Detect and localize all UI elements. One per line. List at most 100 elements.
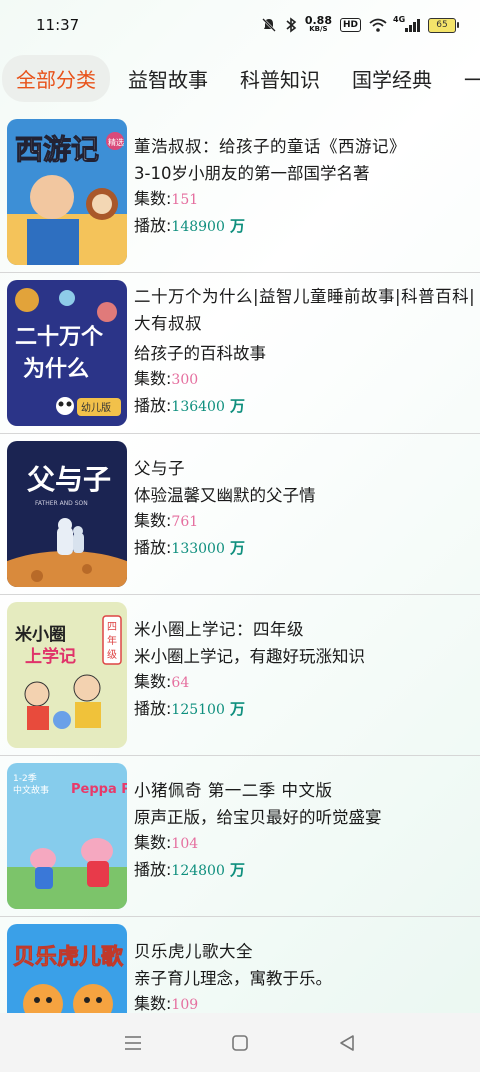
cover-title: 父与子 xyxy=(27,463,111,496)
svg-text:米小圈: 米小圈 xyxy=(15,624,66,645)
tab-science[interactable]: 科普知识 xyxy=(226,56,334,101)
item-episodes: 集数:300 xyxy=(134,366,476,393)
item-info: 贝乐虎儿歌大全 亲子育儿理念，寓教于乐。 集数:109 xyxy=(134,939,476,1018)
network-speed: 0.88 KB/S xyxy=(304,14,332,34)
album-cover: 二十万个 为什么 幼儿版 xyxy=(7,280,127,426)
item-episodes: 集数:151 xyxy=(134,186,476,213)
item-title: 父与子 xyxy=(134,459,185,478)
episodes-value: 761 xyxy=(171,514,199,530)
svg-text:1-2季: 1-2季 xyxy=(13,772,37,784)
bluetooth-icon xyxy=(286,17,297,33)
episodes-label: 集数: xyxy=(134,833,172,852)
plays-label: 播放: xyxy=(134,396,172,415)
cover-badge: 精选 xyxy=(108,137,124,147)
item-plays: 播放:148900 万 xyxy=(134,213,476,240)
svg-text:级: 级 xyxy=(107,649,117,661)
item-subtitle: 原声正版，给宝贝最好的听觉盛宴 xyxy=(134,808,382,827)
cover-title: 西游记 xyxy=(15,133,99,166)
tab-puzzle-stories[interactable]: 益智故事 xyxy=(114,56,222,101)
menu-icon xyxy=(125,1035,142,1050)
episodes-label: 集数: xyxy=(134,189,172,208)
album-cover: 米小圈 上学记 四 年 级 xyxy=(7,602,127,748)
album-list: 西游记 精选 董浩叔叔：给孩子的童话《西游记》 3-10岁小朋友的第一部国学名著… xyxy=(0,112,480,1072)
svg-text:四: 四 xyxy=(107,622,117,633)
signal-label: 4G xyxy=(393,15,406,24)
item-plays: 播放:124800 万 xyxy=(134,857,476,884)
plays-value: 125100 xyxy=(171,702,225,718)
item-episodes: 集数:761 xyxy=(134,508,476,535)
cover-title: 贝乐虎儿歌 xyxy=(13,944,124,970)
item-title: 董浩叔叔：给孩子的童话《西游记》 xyxy=(134,137,406,156)
status-time: 11:37 xyxy=(36,16,80,34)
menu-button[interactable] xyxy=(118,1028,148,1058)
episodes-value: 64 xyxy=(171,675,190,691)
item-plays: 播放:136400 万 xyxy=(134,393,476,420)
episodes-label: 集数: xyxy=(134,511,172,530)
home-button[interactable] xyxy=(225,1028,255,1058)
list-item[interactable]: 米小圈 上学记 四 年 级 米小圈上学记：四年级 米小圈上学记，有趣好玩涨知识 … xyxy=(0,595,480,756)
plays-unit: 万 xyxy=(229,217,245,235)
item-info: 二十万个为什么|益智儿童睡前故事|科普百科|大有叔叔 给孩子的百科故事 集数:3… xyxy=(134,283,476,420)
episodes-value: 151 xyxy=(171,192,199,208)
svg-text:中文故事: 中文故事 xyxy=(13,784,49,796)
album-cover: 1-2季 中文故事 Peppa Pig xyxy=(7,763,127,909)
home-square-icon xyxy=(232,1034,248,1051)
item-title: 米小圈上学记：四年级 xyxy=(134,620,304,639)
tab-more[interactable]: 一 xyxy=(450,56,480,101)
svg-text:二十万个: 二十万个 xyxy=(15,325,104,350)
status-bar: 11:37 0.88 KB/S HD 4G 65 xyxy=(0,0,480,50)
album-cover: 父与子 FATHER AND SON xyxy=(7,441,127,587)
back-triangle-icon xyxy=(339,1034,354,1051)
list-item[interactable]: 西游记 精选 董浩叔叔：给孩子的童话《西游记》 3-10岁小朋友的第一部国学名著… xyxy=(0,112,480,273)
item-title: 贝乐虎儿歌大全 xyxy=(134,942,253,961)
plays-value: 133000 xyxy=(171,541,225,557)
speed-value: 0.88 xyxy=(304,14,332,27)
item-info: 父与子 体验温馨又幽默的父子情 集数:761 播放:133000 万 xyxy=(134,456,476,562)
album-cover: 西游记 精选 xyxy=(7,119,127,265)
status-icons: 0.88 KB/S HD 4G 65 xyxy=(261,14,459,34)
item-info: 小猪佩奇 第一二季 中文版 原声正版，给宝贝最好的听觉盛宴 集数:104 播放:… xyxy=(134,778,476,884)
plays-unit: 万 xyxy=(229,700,245,718)
item-subtitle: 体验温馨又幽默的父子情 xyxy=(134,486,316,505)
episodes-value: 109 xyxy=(171,997,199,1013)
list-item[interactable]: 父与子 FATHER AND SON 父与子 体验温馨又幽默的父子情 集数:76… xyxy=(0,434,480,595)
plays-value: 136400 xyxy=(171,399,225,415)
category-tabs: 全部分类 益智故事 科普知识 国学经典 一 xyxy=(0,52,480,104)
signal-icon: 4G xyxy=(393,15,420,32)
item-episodes: 集数:104 xyxy=(134,830,476,857)
mute-bell-icon xyxy=(261,18,276,32)
svg-text:为什么: 为什么 xyxy=(23,357,89,382)
item-title: 二十万个为什么|益智儿童睡前故事|科普百科|大有叔叔 xyxy=(134,287,476,333)
item-episodes: 集数:64 xyxy=(134,669,476,696)
item-info: 董浩叔叔：给孩子的童话《西游记》 3-10岁小朋友的第一部国学名著 集数:151… xyxy=(134,134,476,240)
list-item[interactable]: 二十万个 为什么 幼儿版 二十万个为什么|益智儿童睡前故事|科普百科|大有叔叔 … xyxy=(0,273,480,434)
plays-label: 播放: xyxy=(134,216,172,235)
plays-label: 播放: xyxy=(134,860,172,879)
svg-text:上学记: 上学记 xyxy=(25,646,76,667)
item-info: 米小圈上学记：四年级 米小圈上学记，有趣好玩涨知识 集数:64 播放:12510… xyxy=(134,617,476,723)
episodes-label: 集数: xyxy=(134,672,172,691)
episodes-value: 104 xyxy=(171,836,199,852)
item-subtitle: 3-10岁小朋友的第一部国学名著 xyxy=(134,164,370,183)
list-item[interactable]: 1-2季 中文故事 Peppa Pig 小猪佩奇 第一二季 中文版 原声正版，给… xyxy=(0,756,480,917)
cover-subtitle: FATHER AND SON xyxy=(35,500,88,507)
item-plays: 播放:133000 万 xyxy=(134,535,476,562)
cover-title: Peppa Pig xyxy=(71,782,127,797)
item-subtitle: 米小圈上学记，有趣好玩涨知识 xyxy=(134,647,365,666)
tab-classics[interactable]: 国学经典 xyxy=(338,56,446,101)
battery-level: 65 xyxy=(436,20,448,30)
svg-text:年: 年 xyxy=(107,634,117,647)
plays-value: 124800 xyxy=(171,863,225,879)
plays-unit: 万 xyxy=(229,539,245,557)
wifi-icon xyxy=(369,18,387,32)
plays-label: 播放: xyxy=(134,699,172,718)
tab-all[interactable]: 全部分类 xyxy=(2,54,110,102)
speed-unit: KB/S xyxy=(309,25,328,33)
episodes-label: 集数: xyxy=(134,994,172,1013)
item-plays: 播放:125100 万 xyxy=(134,696,476,723)
hd-badge: HD xyxy=(339,18,361,32)
plays-value: 148900 xyxy=(171,219,225,235)
episodes-value: 300 xyxy=(171,372,199,388)
item-subtitle: 亲子育儿理念，寓教于乐。 xyxy=(134,969,332,988)
back-button[interactable] xyxy=(332,1028,362,1058)
